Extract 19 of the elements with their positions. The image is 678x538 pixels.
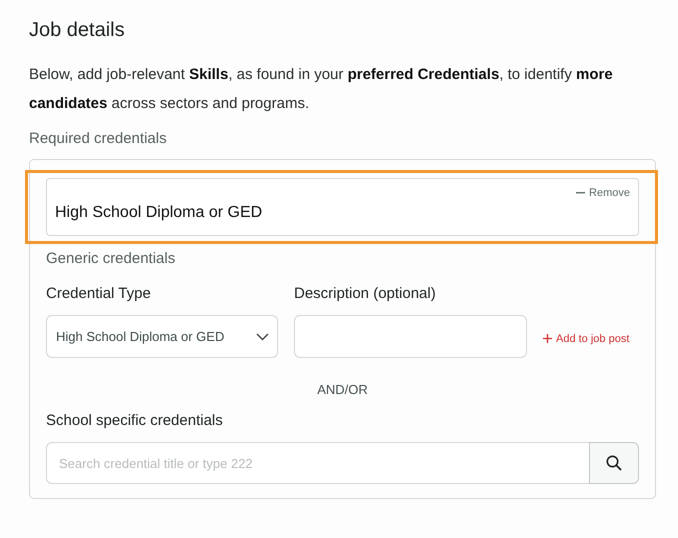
search-icon xyxy=(606,454,622,471)
credential-title: High School Diploma or GED xyxy=(55,203,264,223)
chevron-down-icon xyxy=(256,333,269,341)
section-label: Required credentials xyxy=(29,129,168,149)
credential-type-select[interactable]: High School Diploma or GED xyxy=(46,315,278,358)
search-field[interactable]: Search credential title or type 222 xyxy=(46,442,590,484)
field-label: Description (optional) xyxy=(294,284,437,304)
field-label: School specific credentials xyxy=(46,410,224,430)
field-label: Credential Type xyxy=(46,284,152,304)
plus-icon xyxy=(543,334,552,344)
description-field[interactable] xyxy=(294,315,527,358)
remove-button[interactable]: Remove xyxy=(576,184,630,201)
add-link[interactable]: Add to job post xyxy=(543,330,630,347)
separator-text: AND/OR xyxy=(316,381,369,399)
section-heading: Job details xyxy=(29,18,126,42)
search-button[interactable] xyxy=(589,442,639,484)
minus-icon xyxy=(576,192,586,194)
intro-text: Below, add job-relevant Skills, as found in your preferred Credentials, to identify more candidates across sectors and programs. xyxy=(29,65,614,114)
subsection-label: Generic credentials xyxy=(46,249,176,269)
